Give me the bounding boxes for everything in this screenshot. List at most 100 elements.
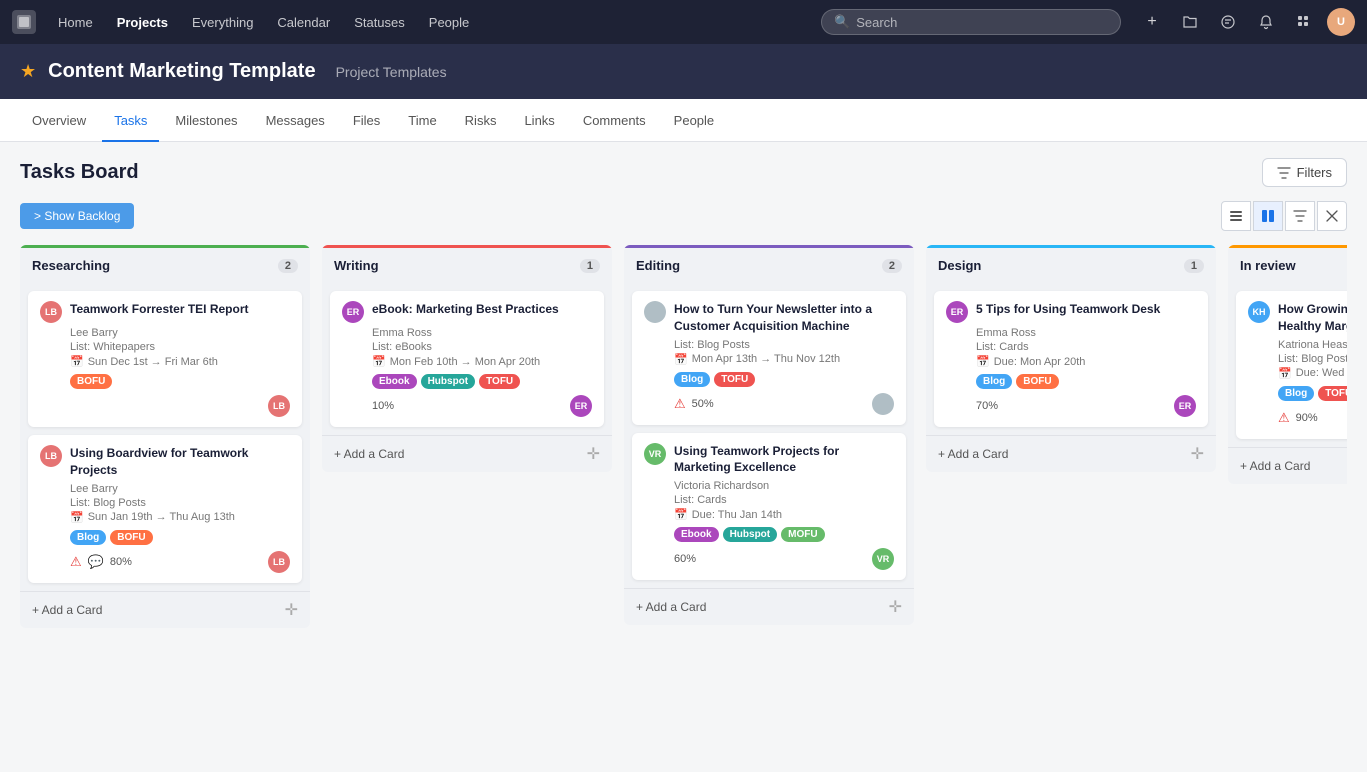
folder-icon[interactable] [1175,7,1205,37]
task-card[interactable]: VR Using Teamwork Projects for Marketing… [632,433,906,581]
column-cards-researching: LB Teamwork Forrester TEI Report Lee Bar… [20,283,310,591]
app-logo[interactable] [12,10,36,34]
apps-grid-icon[interactable] [1289,7,1319,37]
column-header-design: Design 1 [926,245,1216,283]
add-card-button[interactable]: + Add a Card [1240,457,1310,475]
chat-icon[interactable] [1213,7,1243,37]
board-header: Tasks Board Filters [20,158,1347,187]
board-view-button[interactable] [1253,201,1283,231]
card-list: List: Cards [674,494,894,506]
calendar-icon: 📅 [976,355,990,368]
card-header-row: LB Teamwork Forrester TEI Report [40,301,290,323]
add-card-button[interactable]: + Add a Card [32,601,102,619]
tag: MOFU [781,527,824,542]
search-input[interactable] [856,15,1108,30]
list-view-button[interactable] [1221,201,1251,231]
task-card[interactable]: LB Teamwork Forrester TEI Report Lee Bar… [28,291,302,427]
card-header-row: KH How Growing Agencies Maintain Healthy… [1248,301,1347,335]
tab-people[interactable]: People [662,99,726,142]
card-title: How to Turn Your Newsletter into a Custo… [674,301,894,335]
move-column-icon[interactable]: ✛ [587,444,600,464]
tab-risks[interactable]: Risks [453,99,509,142]
tag: Hubspot [723,527,778,542]
move-column-icon[interactable]: ✛ [285,600,298,620]
nav-statuses[interactable]: Statuses [344,9,415,36]
column-footer-inreview: + Add a Card ✛ [1228,447,1347,484]
tab-links[interactable]: Links [512,99,566,142]
search-bar[interactable]: 🔍 [821,9,1121,35]
tab-milestones[interactable]: Milestones [163,99,249,142]
board-title: Tasks Board [20,161,139,184]
card-author: Lee Barry [70,327,290,339]
card-footer: 10% ER [372,395,592,417]
card-title: Using Teamwork Projects for Marketing Ex… [674,443,894,477]
card-title: Using Boardview for Teamwork Projects [70,445,290,479]
filter-view-button[interactable] [1285,201,1315,231]
favorite-star-icon[interactable]: ★ [20,61,36,82]
nav-everything[interactable]: Everything [182,9,263,36]
card-footer: 70% ER [976,395,1196,417]
calendar-icon: 📅 [1278,367,1292,380]
column-writing: Writing 1 ER eBook: Marketing Best Pract… [322,245,612,472]
card-date: 📅 Due: Thu Jan 14th [674,508,894,521]
card-list: List: eBooks [372,341,592,353]
column-title: In review [1240,258,1296,273]
task-card[interactable]: How to Turn Your Newsletter into a Custo… [632,291,906,425]
column-editing: Editing 2 How to Turn Your Newsletter in… [624,245,914,625]
filters-button[interactable]: Filters [1262,158,1347,187]
column-footer-researching: + Add a Card ✛ [20,591,310,628]
task-card[interactable]: KH How Growing Agencies Maintain Healthy… [1236,291,1347,439]
add-button[interactable]: + [1137,7,1167,37]
project-subtitle: Project Templates [336,64,447,80]
tag: Blog [674,372,710,387]
tag: TOFU [1318,386,1347,401]
add-card-button[interactable]: + Add a Card [938,445,1008,463]
card-tags: EbookHubspotMOFU [674,527,894,542]
card-list: List: Cards [976,341,1196,353]
column-count: 2 [278,259,298,273]
card-progress: 80% [110,556,132,568]
column-title: Design [938,258,981,273]
card-tags: BOFU [70,374,290,389]
project-title: Content Marketing Template [48,60,315,83]
tab-bar: Overview Tasks Milestones Messages Files… [0,99,1367,142]
task-card[interactable]: ER 5 Tips for Using Teamwork Desk Emma R… [934,291,1208,427]
column-cards-writing: ER eBook: Marketing Best Practices Emma … [322,283,612,435]
add-card-button[interactable]: + Add a Card [636,598,706,616]
card-footer: LB [70,395,290,417]
card-tags: BlogTOFU [1278,386,1347,401]
nav-people[interactable]: People [419,9,479,36]
nav-home[interactable]: Home [48,9,103,36]
card-progress: 60% [674,553,696,565]
card-date: 📅 Mon Apr 13th → Thu Nov 12th [674,353,894,366]
task-card[interactable]: ER eBook: Marketing Best Practices Emma … [330,291,604,427]
column-title: Writing [334,258,379,273]
tab-overview[interactable]: Overview [20,99,98,142]
tab-tasks[interactable]: Tasks [102,99,159,142]
notifications-icon[interactable] [1251,7,1281,37]
card-title: How Growing Agencies Maintain Healthy Ma… [1278,301,1347,335]
close-view-button[interactable] [1317,201,1347,231]
main-content: Tasks Board Filters > Show Backlog Resea [0,142,1367,656]
tab-time[interactable]: Time [396,99,448,142]
tag: Blog [976,374,1012,389]
card-author: Emma Ross [372,327,592,339]
nav-calendar[interactable]: Calendar [267,9,340,36]
user-avatar[interactable]: U [1327,8,1355,36]
tag: BOFU [70,374,112,389]
move-column-icon[interactable]: ✛ [889,597,902,617]
card-author: Emma Ross [976,327,1196,339]
nav-projects[interactable]: Projects [107,9,178,36]
tab-messages[interactable]: Messages [254,99,337,142]
column-count: 1 [1184,259,1204,273]
tab-files[interactable]: Files [341,99,392,142]
card-date: 📅 Mon Feb 10th → Mon Apr 20th [372,355,592,368]
move-column-icon[interactable]: ✛ [1191,444,1204,464]
task-card[interactable]: LB Using Boardview for Teamwork Projects… [28,435,302,583]
show-backlog-button[interactable]: > Show Backlog [20,203,134,229]
add-card-button[interactable]: + Add a Card [334,445,404,463]
card-footer: ⚠💬 80% LB [70,551,290,573]
tab-comments[interactable]: Comments [571,99,658,142]
card-footer: ⚠ 90% KH [1278,407,1347,429]
calendar-icon: 📅 [70,511,84,524]
